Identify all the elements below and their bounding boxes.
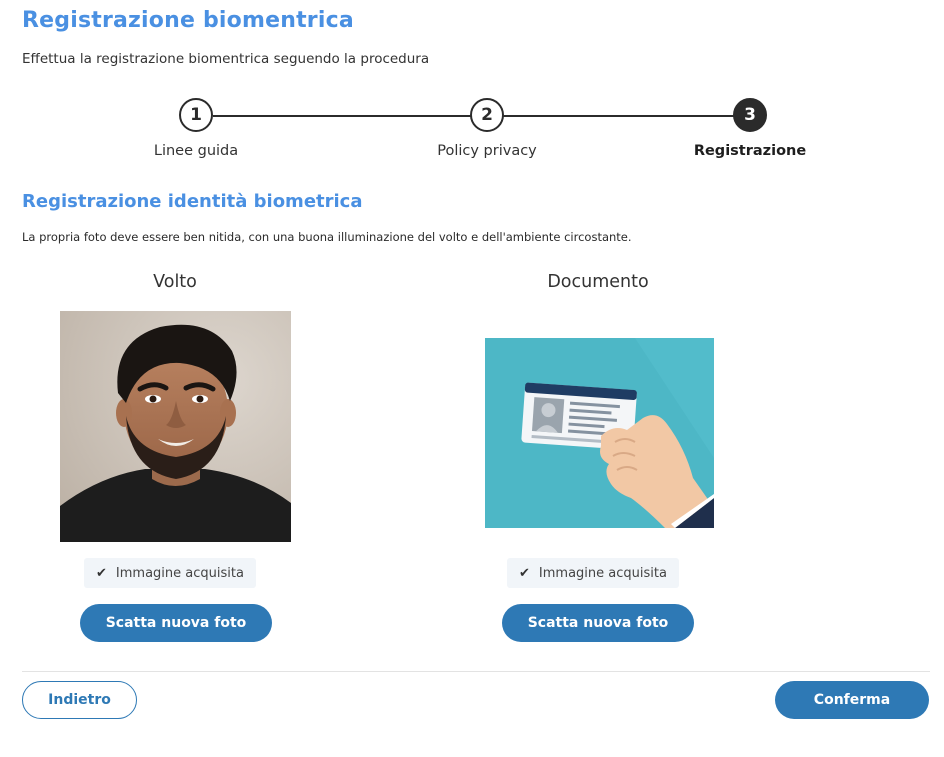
step-3-indicator: 3 — [733, 98, 767, 132]
step-1-indicator: 1 — [179, 98, 213, 132]
stepper: 1 2 3 Linee guida Policy privacy Registr… — [0, 96, 944, 166]
footer-divider — [22, 671, 930, 672]
page-title: Registrazione biomentrica — [22, 8, 354, 33]
document-status-text: Immagine acquisita — [538, 565, 667, 581]
step-2-indicator: 2 — [470, 98, 504, 132]
section-description: La propria foto deve essere ben nitida, … — [22, 230, 632, 244]
document-status-badge: ✔ Immagine acquisita — [507, 558, 679, 588]
checkmark-icon: ✔ — [96, 565, 107, 581]
stepper-connector — [503, 115, 735, 117]
confirm-button[interactable]: Conferma — [775, 681, 929, 719]
document-photo — [485, 338, 714, 528]
document-retake-photo-button[interactable]: Scatta nuova foto — [502, 604, 694, 642]
face-column-title: Volto — [153, 272, 197, 292]
face-retake-photo-button[interactable]: Scatta nuova foto — [80, 604, 272, 642]
face-status-badge: ✔ Immagine acquisita — [84, 558, 256, 588]
section-title: Registrazione identità biometrica — [22, 191, 363, 212]
page-subtitle: Effettua la registrazione biomentrica se… — [22, 51, 430, 67]
id-card-hand-image — [485, 338, 714, 528]
checkmark-icon: ✔ — [519, 565, 530, 581]
step-2-label: Policy privacy — [437, 143, 537, 159]
face-status-text: Immagine acquisita — [115, 565, 244, 581]
stepper-connector — [213, 115, 471, 117]
back-button[interactable]: Indietro — [22, 681, 137, 719]
face-photo — [60, 311, 291, 542]
step-1-label: Linee guida — [153, 143, 239, 159]
document-column-title: Documento — [547, 272, 649, 292]
step-3-label: Registrazione — [693, 143, 807, 159]
face-portrait-image — [60, 311, 291, 542]
